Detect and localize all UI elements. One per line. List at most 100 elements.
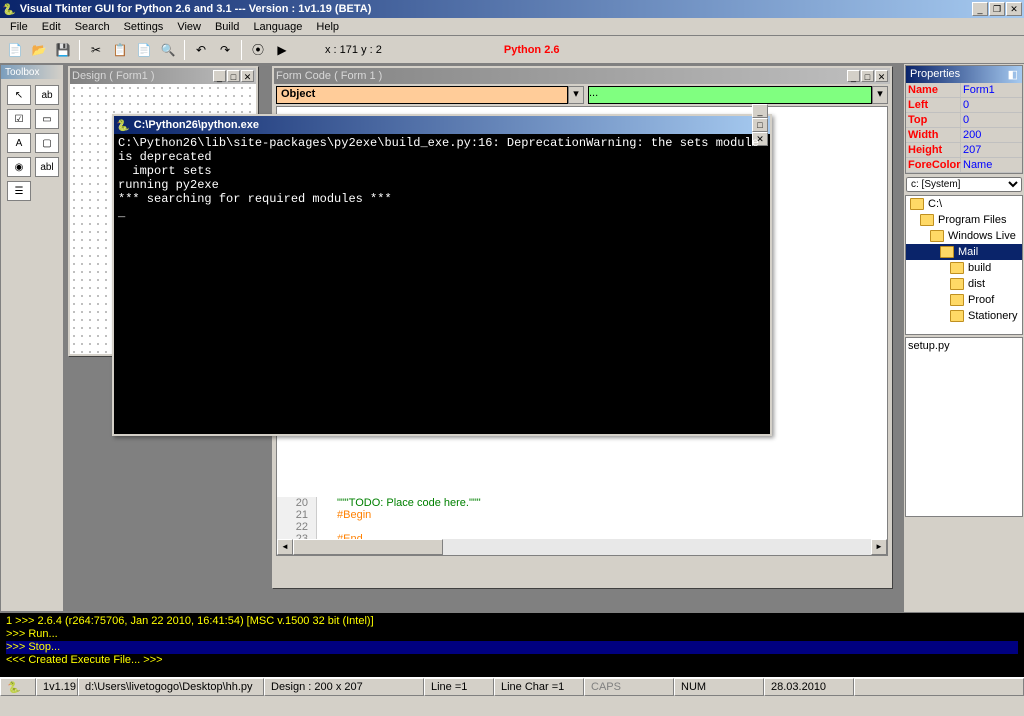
folder-item[interactable]: build — [906, 260, 1022, 276]
code-hscrollbar[interactable]: ◄ ► — [277, 539, 887, 555]
code-min[interactable]: _ — [847, 70, 860, 82]
folder-item[interactable]: Program Files — [906, 212, 1022, 228]
main-toolbar: 📄 📂 💾 ✂ 📋 📄 🔍 ↶ ↷ ⦿ ▶ x : 171 y : 2 Pyth… — [0, 36, 1024, 64]
save-icon[interactable]: 💾 — [52, 39, 74, 61]
code-window-title[interactable]: Form Code ( Form 1 ) _ □ ✕ — [274, 68, 890, 84]
menu-file[interactable]: File — [4, 20, 34, 34]
folder-item[interactable]: C:\ — [906, 196, 1022, 212]
props-pin-icon[interactable]: ◧ — [1008, 68, 1018, 81]
statusbar: 🐍 1v1.19 d:\Users\livetogogo\Desktop\hh.… — [0, 677, 1024, 695]
object-selector[interactable]: Object — [276, 86, 568, 104]
property-row[interactable]: NameForm1 — [906, 83, 1022, 98]
code-title-text: Form Code ( Form 1 ) — [276, 70, 382, 82]
menu-build[interactable]: Build — [209, 20, 245, 34]
menu-help[interactable]: Help — [310, 20, 345, 34]
run-icon[interactable]: ▶ — [271, 39, 293, 61]
console-minimize[interactable]: _ — [752, 104, 768, 118]
checkbox-tool[interactable]: ☑ — [7, 109, 31, 129]
toolbox-panel: Toolbox ↖ ab ☑ ▭ A ▢ ◉ abl ☰ — [0, 64, 64, 612]
properties-panel: Properties ◧ NameForm1Left0Top0Width200He… — [905, 65, 1023, 174]
radio-tool[interactable]: ◉ — [7, 157, 31, 177]
menubar: File Edit Search Settings View Build Lan… — [0, 18, 1024, 36]
menu-settings[interactable]: Settings — [118, 20, 170, 34]
stop-icon[interactable]: ⦿ — [247, 39, 269, 61]
code-line[interactable]: 21#Begin — [277, 509, 887, 521]
folder-item[interactable]: Stationery — [906, 308, 1022, 324]
code-max[interactable]: □ — [861, 70, 874, 82]
status-date: 28.03.2010 — [764, 678, 854, 696]
drive-selector[interactable]: c: [System] — [906, 177, 1022, 192]
scroll-left-icon[interactable]: ◄ — [277, 539, 293, 555]
folder-icon — [920, 214, 934, 226]
method-dropdown-icon[interactable]: ▾ — [872, 86, 888, 104]
status-path: d:\Users\livetogogo\Desktop\hh.py — [78, 678, 264, 696]
status-icon: 🐍 — [0, 678, 36, 696]
new-file-icon[interactable]: 📄 — [4, 39, 26, 61]
property-row[interactable]: Width200 — [906, 128, 1022, 143]
output-line: 1 >>> 2.6.4 (r264:75706, Jan 22 2010, 16… — [6, 615, 1018, 628]
output-line-selected: >>> Stop... — [6, 641, 1018, 654]
menu-search[interactable]: Search — [69, 20, 116, 34]
status-version: 1v1.19 — [36, 678, 78, 696]
menu-language[interactable]: Language — [247, 20, 308, 34]
folder-item[interactable]: Windows Live — [906, 228, 1022, 244]
console-titlebar[interactable]: 🐍 C:\Python26\python.exe _ □ ✕ — [114, 116, 770, 134]
menu-view[interactable]: View — [171, 20, 207, 34]
output-line: >>> Run... — [6, 628, 1018, 641]
cut-icon[interactable]: ✂ — [85, 39, 107, 61]
minimize-button[interactable]: _ — [972, 2, 988, 16]
console-maximize[interactable]: □ — [752, 118, 768, 132]
property-row[interactable]: Height207 — [906, 143, 1022, 158]
folder-icon — [950, 294, 964, 306]
copy-icon[interactable]: 📋 — [109, 39, 131, 61]
property-row[interactable]: Top0 — [906, 113, 1022, 128]
design-min[interactable]: _ — [213, 70, 226, 82]
restore-button[interactable]: ❐ — [989, 2, 1005, 16]
find-icon[interactable]: 🔍 — [157, 39, 179, 61]
property-row[interactable]: ForeColorName — [906, 158, 1022, 173]
label-tool[interactable]: A — [7, 133, 31, 153]
folder-icon — [950, 262, 964, 274]
object-dropdown-icon[interactable]: ▾ — [568, 86, 584, 104]
menu-edit[interactable]: Edit — [36, 20, 67, 34]
undo-icon[interactable]: ↶ — [190, 39, 212, 61]
listbox-tool[interactable]: ☰ — [7, 181, 31, 201]
paste-icon[interactable]: 📄 — [133, 39, 155, 61]
design-close[interactable]: ✕ — [241, 70, 254, 82]
folder-icon — [940, 246, 954, 258]
file-list[interactable]: setup.py — [905, 337, 1023, 517]
design-max[interactable]: □ — [227, 70, 240, 82]
button-tool[interactable]: ▭ — [35, 109, 59, 129]
folder-tree[interactable]: C:\Program FilesWindows LiveMailbuilddis… — [905, 195, 1023, 335]
status-spacer — [854, 678, 1024, 696]
text-tool[interactable]: ab — [35, 85, 59, 105]
design-window-title[interactable]: Design ( Form1 ) _ □ ✕ — [70, 68, 256, 84]
pointer-tool[interactable]: ↖ — [7, 85, 31, 105]
python-version-label: Python 2.6 — [504, 44, 560, 56]
right-panel: Properties ◧ NameForm1Left0Top0Width200He… — [904, 64, 1024, 612]
redo-icon[interactable]: ↷ — [214, 39, 236, 61]
scroll-thumb[interactable] — [293, 539, 443, 555]
code-line[interactable]: 22 — [277, 521, 887, 533]
console-output[interactable]: C:\Python26\lib\site-packages\py2exe\bui… — [114, 134, 770, 434]
folder-item[interactable]: Proof — [906, 292, 1022, 308]
close-button[interactable]: ✕ — [1006, 2, 1022, 16]
properties-title: Properties — [910, 68, 960, 81]
property-row[interactable]: Left0 — [906, 98, 1022, 113]
toolbox-title: Toolbox — [1, 65, 63, 79]
open-file-icon[interactable]: 📂 — [28, 39, 50, 61]
folder-item[interactable]: dist — [906, 276, 1022, 292]
code-line[interactable]: 20"""TODO: Place code here.""" — [277, 497, 887, 509]
method-selector[interactable]: ... — [588, 86, 872, 104]
code-close[interactable]: ✕ — [875, 70, 888, 82]
output-line: <<< Created Execute File... >>> — [6, 654, 1018, 667]
app-icon: 🐍 — [2, 3, 16, 16]
file-item[interactable]: setup.py — [908, 340, 1020, 352]
scroll-right-icon[interactable]: ► — [871, 539, 887, 555]
entry-tool[interactable]: abl — [35, 157, 59, 177]
folder-item[interactable]: Mail — [906, 244, 1022, 260]
design-title-text: Design ( Form1 ) — [72, 70, 155, 82]
frame-tool[interactable]: ▢ — [35, 133, 59, 153]
coordinates-label: x : 171 y : 2 — [325, 44, 382, 56]
console-window[interactable]: 🐍 C:\Python26\python.exe _ □ ✕ C:\Python… — [112, 114, 772, 436]
